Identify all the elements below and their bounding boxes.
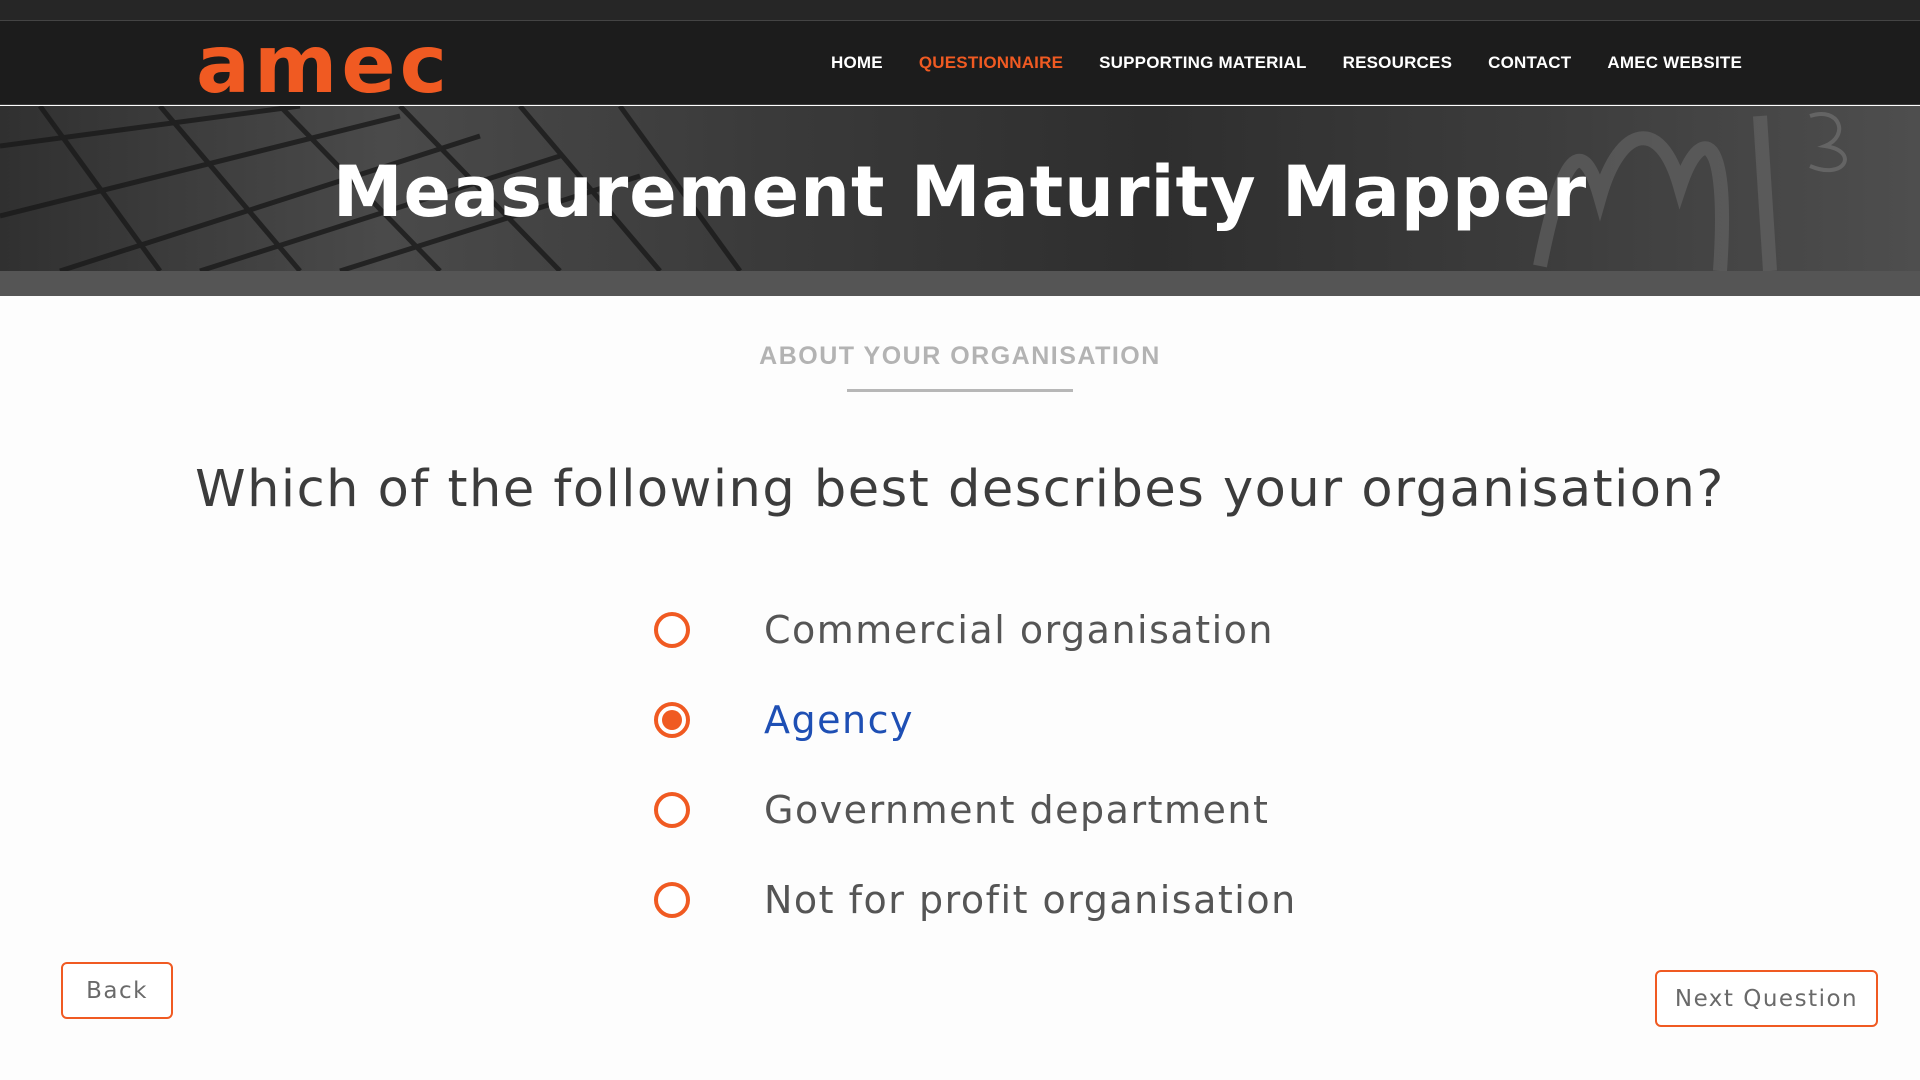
nav-item-supporting-material[interactable]: SUPPORTING MATERIAL xyxy=(1099,53,1307,73)
main-nav: HOME QUESTIONNAIRE SUPPORTING MATERIAL R… xyxy=(795,21,1742,105)
section-underline xyxy=(847,389,1073,392)
option-label[interactable]: Agency xyxy=(764,698,914,742)
hero-bottom-bar xyxy=(0,271,1920,296)
nav-item-amec-website[interactable]: AMEC WEBSITE xyxy=(1607,53,1742,73)
next-question-button[interactable]: Next Question xyxy=(1655,970,1878,1027)
radio-button-checked[interactable] xyxy=(654,702,690,738)
option-agency[interactable]: Agency xyxy=(654,690,1454,750)
navbar: amec HOME QUESTIONNAIRE SUPPORTING MATER… xyxy=(0,21,1920,105)
option-label[interactable]: Not for profit organisation xyxy=(764,878,1297,922)
question-text: Which of the following best describes yo… xyxy=(195,460,1725,519)
hero-banner: Measurement Maturity Mapper xyxy=(0,106,1920,271)
radio-button[interactable] xyxy=(654,612,690,648)
nav-item-resources[interactable]: RESOURCES xyxy=(1343,53,1453,73)
option-government-department[interactable]: Government department xyxy=(654,780,1454,840)
option-not-for-profit-organisation[interactable]: Not for profit organisation xyxy=(654,870,1454,930)
option-label[interactable]: Commercial organisation xyxy=(764,608,1274,652)
radio-button[interactable] xyxy=(654,792,690,828)
amec-logo[interactable]: amec xyxy=(196,25,451,105)
nav-item-questionnaire[interactable]: QUESTIONNAIRE xyxy=(919,53,1063,73)
option-commercial-organisation[interactable]: Commercial organisation xyxy=(654,600,1454,660)
back-button[interactable]: Back xyxy=(61,962,173,1019)
page-title: Measurement Maturity Mapper xyxy=(332,151,1588,233)
nav-item-home[interactable]: HOME xyxy=(831,53,883,73)
section-label: ABOUT YOUR ORGANISATION xyxy=(759,342,1161,370)
option-label[interactable]: Government department xyxy=(764,788,1269,832)
radio-button[interactable] xyxy=(654,882,690,918)
nav-item-contact[interactable]: CONTACT xyxy=(1488,53,1571,73)
